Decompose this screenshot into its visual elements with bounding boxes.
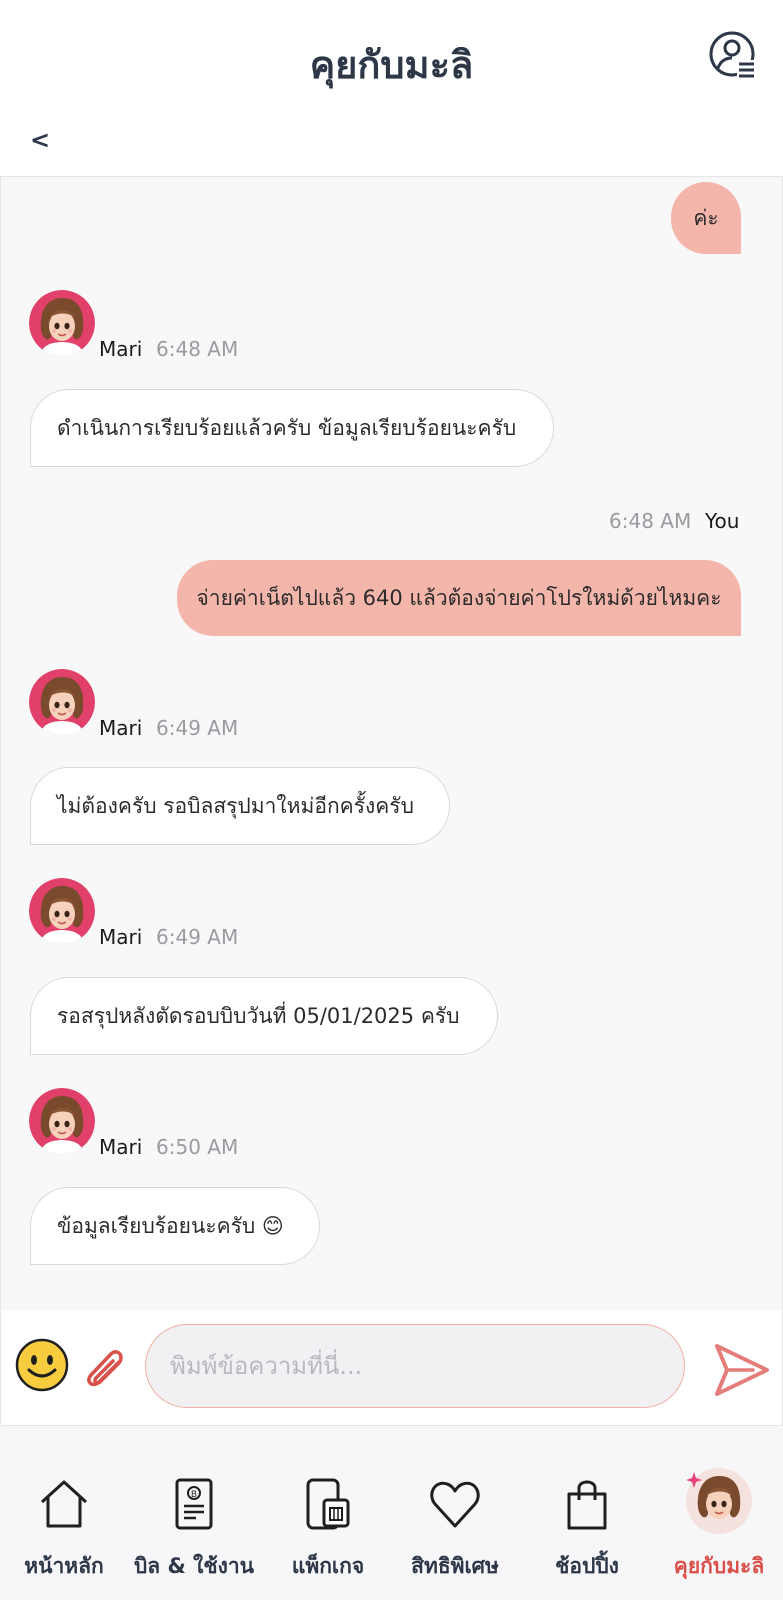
nav-label: บิล & ใช้งาน	[133, 1554, 255, 1578]
send-arrow-icon	[715, 1344, 769, 1396]
nav-bill-usage[interactable]: B บิล & ใช้งาน	[128, 1426, 260, 1600]
bill-icon: B	[175, 1478, 213, 1530]
nav-label: หน้าหลัก	[24, 1554, 104, 1578]
sender-name: Mari	[99, 925, 143, 949]
nav-label: ช้อปปิ้ง	[555, 1554, 619, 1578]
nav-privileges[interactable]: สิทธิพิเศษ	[396, 1426, 514, 1600]
incoming-message-bubble: รอสรุปหลังตัดรอบบิบวันที่ 05/01/2025 ครั…	[30, 977, 498, 1055]
nav-package[interactable]: แพ็กเกจ	[268, 1426, 388, 1600]
attach-button[interactable]	[79, 1338, 131, 1394]
nav-label: คุยกับมะลิ	[673, 1554, 765, 1578]
message-input[interactable]	[145, 1324, 685, 1408]
send-button[interactable]	[713, 1342, 771, 1398]
smiley-emoji-icon	[15, 1338, 69, 1392]
message-text: ข้อมูลเรียบร้อยนะครับ 😊	[57, 1213, 284, 1238]
paperclip-icon	[87, 1350, 123, 1387]
message-text: ไม่ต้องครับ รอบิลสรุปมาใหม่อีกครั้งครับ	[57, 793, 414, 818]
message-time: 6:49 AM	[156, 925, 239, 949]
message-time: 6:50 AM	[156, 1135, 239, 1159]
shopping-bag-icon	[567, 1480, 607, 1530]
message-text: รอสรุปหลังตัดรอบบิบวันที่ 05/01/2025 ครั…	[57, 1003, 460, 1028]
message-text: ดำเนินการเรียบร้อยแล้วครับ ข้อมูลเรียบร้…	[57, 415, 517, 440]
mari-avatar	[29, 290, 95, 356]
emoji-button[interactable]	[15, 1338, 69, 1392]
sender-name: Mari	[99, 716, 143, 740]
app-header: คุยกับมะลิ	[0, 0, 783, 120]
message-text: ค่ะ	[693, 205, 719, 230]
nav-label: แพ็กเกจ	[291, 1554, 365, 1578]
nav-home[interactable]: หน้าหลัก	[8, 1426, 120, 1600]
mari-avatar	[29, 669, 95, 735]
outgoing-message-bubble: ค่ะ	[671, 182, 741, 254]
message-time: 6:48 AM	[156, 337, 239, 361]
mali-avatar-icon	[686, 1468, 752, 1534]
mari-avatar	[29, 878, 95, 944]
user-profile-icon	[709, 31, 756, 78]
nav-chat-mali[interactable]: คุยกับมะลิ	[660, 1426, 778, 1600]
sender-name: Mari	[99, 1135, 143, 1159]
svg-text:B: B	[191, 1490, 197, 1500]
home-icon	[40, 1480, 88, 1528]
incoming-message-bubble: ข้อมูลเรียบร้อยนะครับ 😊	[30, 1187, 320, 1265]
sender-name: You	[705, 509, 740, 533]
message-composer	[0, 1310, 783, 1426]
profile-menu-button[interactable]	[708, 30, 758, 80]
bottom-navigation: หน้าหลัก B บิล & ใช้งาน แพ็กเกจ สิทธิพิเ…	[0, 1426, 783, 1600]
incoming-message-bubble: ดำเนินการเรียบร้อยแล้วครับ ข้อมูลเรียบร้…	[30, 389, 554, 467]
message-time: 6:48 AM	[609, 509, 692, 533]
message-time: 6:49 AM	[156, 716, 239, 740]
page-title: คุยกับมะลิ	[309, 43, 474, 87]
outgoing-message-bubble: จ่ายค่าเน็ตไปแล้ว 640 แล้วต้องจ่ายค่าโปร…	[177, 560, 741, 636]
sender-name: Mari	[99, 337, 143, 361]
incoming-message-bubble: ไม่ต้องครับ รอบิลสรุปมาใหม่อีกครั้งครับ	[30, 767, 450, 845]
back-button[interactable]: <	[30, 126, 50, 154]
heart-icon	[430, 1481, 480, 1528]
chat-messages[interactable]: ค่ะ Mari 6:48 AM ดำเนินการเรียบร้อยแล้วค…	[0, 176, 783, 1310]
mari-avatar	[29, 1088, 95, 1154]
nav-label: สิทธิพิเศษ	[411, 1554, 499, 1578]
sim-phone-icon	[306, 1478, 350, 1530]
message-text: จ่ายค่าเน็ตไปแล้ว 640 แล้วต้องจ่ายค่าโปร…	[196, 585, 722, 610]
nav-shopping[interactable]: ช้อปปิ้ง	[522, 1426, 652, 1600]
